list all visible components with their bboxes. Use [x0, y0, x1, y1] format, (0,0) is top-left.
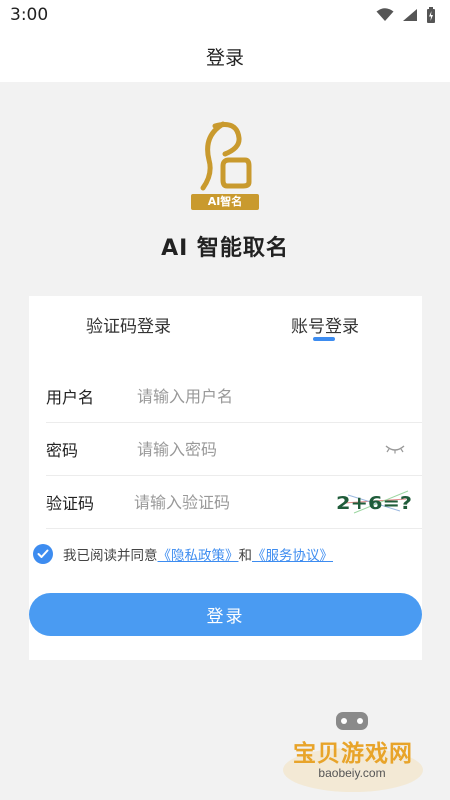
signal-icon: [403, 9, 417, 21]
app-logo: AI智名: [185, 116, 265, 212]
agreement-row: 我已阅读并同意 《隐私政策》 和 《服务协议》: [33, 542, 413, 566]
captcha-row: 验证码 2+6=?: [46, 476, 422, 529]
logo-text: AI智名: [207, 195, 243, 208]
watermark-text: 宝贝游戏网: [293, 741, 413, 767]
username-label: 用户名: [46, 388, 95, 407]
app-name: AI 智能取名: [161, 236, 289, 261]
active-tab-indicator: [313, 337, 335, 341]
username-row: 用户名: [46, 370, 422, 423]
username-input[interactable]: [137, 381, 422, 411]
tab-account-login[interactable]: 账号登录: [291, 312, 359, 337]
battery-icon: [427, 7, 435, 23]
login-button[interactable]: 登录: [29, 593, 422, 636]
captcha-input[interactable]: [134, 487, 334, 517]
brand-area: AI智名 AI 智能取名: [0, 82, 450, 292]
wifi-icon: [376, 8, 394, 21]
service-agreement-link[interactable]: 《服务协议》: [252, 544, 333, 564]
agreement-prefix: 我已阅读并同意: [63, 548, 158, 564]
status-icons: [376, 7, 436, 23]
watermark-url: baobeiy.com: [318, 766, 386, 780]
password-row: 密码: [46, 423, 422, 476]
captcha-image[interactable]: 2+6=?: [334, 483, 414, 521]
password-input[interactable]: [137, 434, 380, 464]
agreement-and: 和: [238, 548, 253, 564]
watermark: 宝贝游戏网 baobeiy.com: [278, 704, 428, 794]
password-label: 密码: [46, 441, 79, 460]
page-title: 登录: [205, 46, 244, 69]
status-bar: 3:00: [0, 0, 450, 30]
app-bar: 登录: [0, 30, 450, 82]
checkbox-checked-icon[interactable]: [33, 544, 53, 564]
captcha-text: 2+6=?: [336, 493, 412, 514]
login-card: 验证码登录 账号登录 用户名 密码 验证码 2+6=?: [29, 296, 422, 660]
captcha-label: 验证码: [46, 494, 95, 513]
tab-code-login[interactable]: 验证码登录: [86, 312, 171, 337]
privacy-policy-link[interactable]: 《隐私政策》: [158, 544, 239, 564]
eye-closed-icon[interactable]: [380, 439, 410, 459]
login-tabs: 验证码登录 账号登录: [29, 296, 422, 354]
status-time: 3:00: [10, 5, 49, 25]
